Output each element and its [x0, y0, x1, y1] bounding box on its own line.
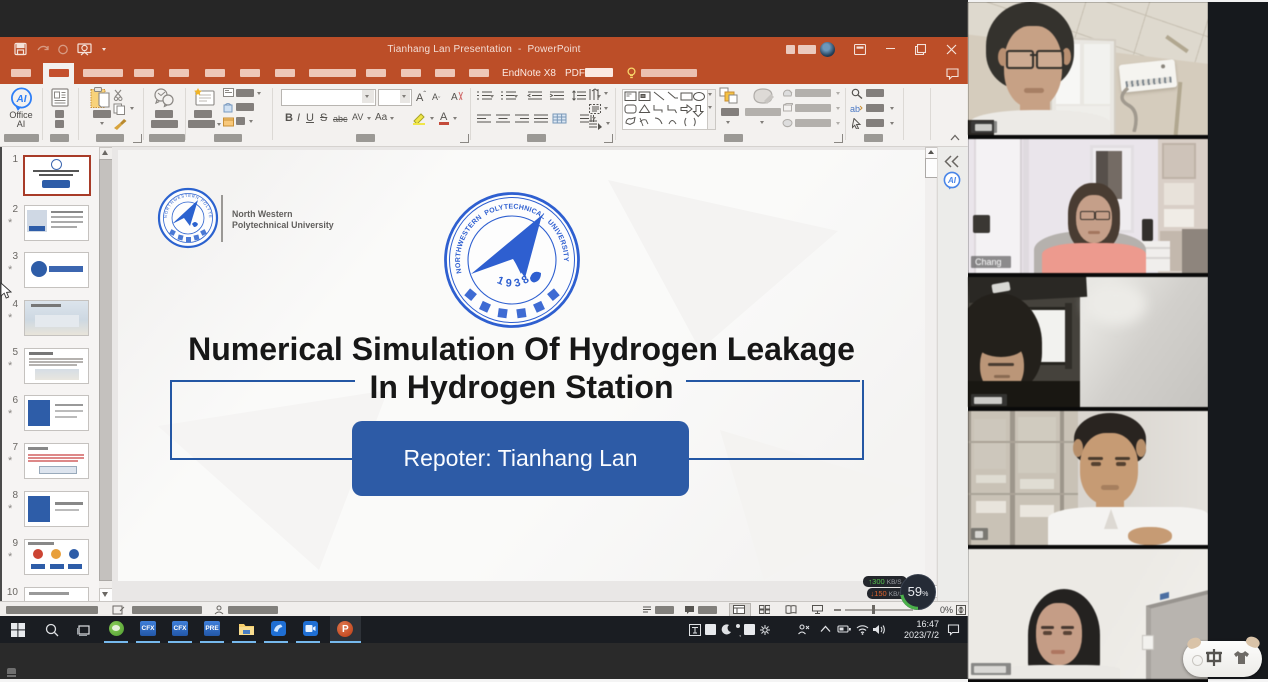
- svg-text:A: A: [451, 92, 458, 103]
- svg-text:AI: AI: [16, 94, 27, 105]
- svg-text:ab: ab: [850, 104, 860, 114]
- svg-text:AI: AI: [947, 176, 957, 185]
